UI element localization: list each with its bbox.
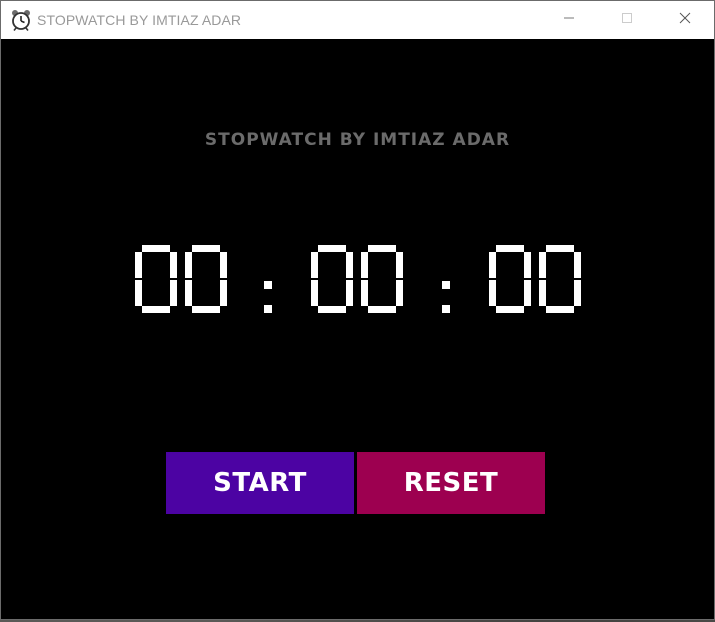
digit-segment bbox=[170, 280, 177, 306]
digit-segment bbox=[546, 245, 574, 252]
seconds-ones-digit bbox=[539, 245, 581, 313]
colon-dot bbox=[442, 281, 450, 289]
title-bar[interactable]: STOPWATCH BY IMTIAZ ADAR bbox=[1, 1, 714, 39]
digit-segment bbox=[170, 252, 177, 278]
digit-segment bbox=[318, 306, 346, 313]
digit-segment bbox=[361, 280, 368, 306]
close-icon bbox=[679, 11, 691, 29]
stopwatch-window: STOPWATCH BY IMTIAZ ADAR STOPWATCH BY IM… bbox=[0, 0, 715, 620]
digit-segment bbox=[346, 280, 353, 306]
digit-segment bbox=[220, 280, 227, 306]
hours-ones-digit bbox=[185, 245, 227, 313]
colon-dot bbox=[442, 305, 450, 313]
colon-dot bbox=[264, 281, 272, 289]
digit-segment bbox=[185, 252, 192, 278]
digit-segment bbox=[489, 252, 496, 278]
minimize-icon bbox=[563, 11, 575, 29]
digit-segment bbox=[368, 306, 396, 313]
digit-segment bbox=[142, 306, 170, 313]
digit-segment bbox=[368, 245, 396, 252]
digit-segment bbox=[546, 306, 574, 313]
digit-segment bbox=[220, 252, 227, 278]
digit-segment bbox=[311, 252, 318, 278]
digit-segment bbox=[396, 280, 403, 306]
digit-segment bbox=[489, 280, 496, 306]
time-display-digits bbox=[135, 245, 581, 313]
digit-segment bbox=[361, 252, 368, 278]
digit-segment bbox=[142, 245, 170, 252]
digit-segment bbox=[524, 252, 531, 278]
close-button[interactable] bbox=[656, 1, 714, 39]
digit-segment bbox=[346, 252, 353, 278]
alarm-clock-icon bbox=[10, 9, 32, 31]
reset-button[interactable]: RESET bbox=[357, 452, 545, 514]
digit-segment bbox=[574, 252, 581, 278]
seconds-tens-digit bbox=[489, 245, 531, 313]
digit-segment bbox=[318, 245, 346, 252]
hours-tens-digit bbox=[135, 245, 177, 313]
minutes-seconds-separator bbox=[442, 281, 450, 313]
minutes-tens-digit bbox=[311, 245, 353, 313]
digit-segment bbox=[135, 280, 142, 306]
digit-segment bbox=[192, 306, 220, 313]
maximize-icon bbox=[621, 11, 633, 29]
colon-dot bbox=[264, 305, 272, 313]
window-title: STOPWATCH BY IMTIAZ ADAR bbox=[37, 12, 242, 28]
app-heading: STOPWATCH BY IMTIAZ ADAR bbox=[204, 130, 511, 150]
hours-minutes-separator bbox=[264, 281, 272, 313]
start-button[interactable]: START bbox=[166, 452, 354, 514]
digit-segment bbox=[524, 280, 531, 306]
digit-segment bbox=[192, 245, 220, 252]
digit-segment bbox=[135, 252, 142, 278]
time-display bbox=[133, 243, 583, 315]
stopwatch-panel: STOPWATCH BY IMTIAZ ADAR START RESET bbox=[1, 39, 714, 619]
digit-segment bbox=[496, 245, 524, 252]
digit-segment bbox=[496, 306, 524, 313]
digit-segment bbox=[311, 280, 318, 306]
maximize-button[interactable] bbox=[598, 1, 656, 39]
caption-buttons bbox=[540, 1, 714, 39]
digit-segment bbox=[396, 252, 403, 278]
digit-segment bbox=[185, 280, 192, 306]
minimize-button[interactable] bbox=[540, 1, 598, 39]
minutes-ones-digit bbox=[361, 245, 403, 313]
digit-segment bbox=[574, 280, 581, 306]
digit-segment bbox=[539, 280, 546, 306]
digit-segment bbox=[539, 252, 546, 278]
